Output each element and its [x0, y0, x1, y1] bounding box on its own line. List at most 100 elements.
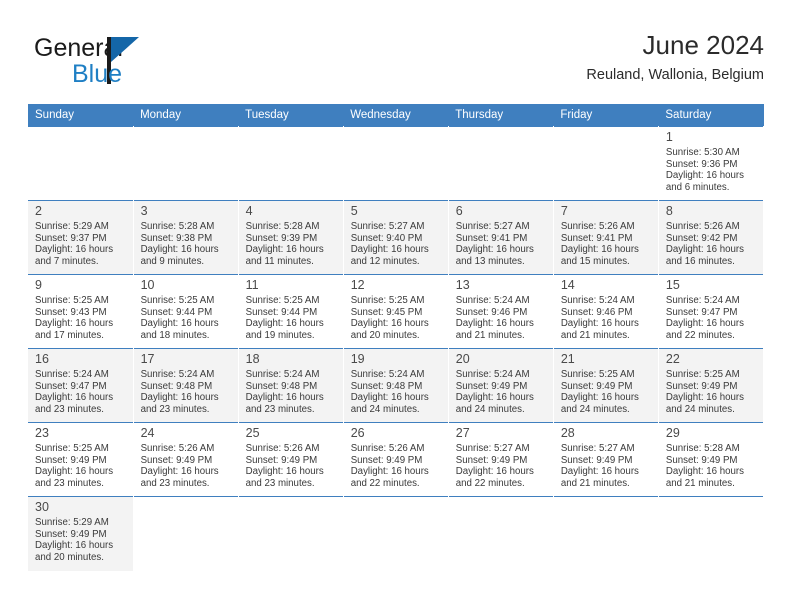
daylight-text-line1: Daylight: 16 hours	[455, 318, 534, 330]
sunrise-text: Sunrise: 5:25 AM	[35, 295, 109, 306]
calendar-cell-empty	[448, 126, 554, 201]
calendar-day-cell[interactable]: 21 Sunrise: 5:25 AM Sunset: 9:49 PM Dayligh…	[553, 348, 659, 423]
day-sun-info: Sunrise: 5:26 AM Sunset: 9:49 PM Daylight:…	[134, 442, 238, 489]
daylight-text-line2: and 11 minutes.	[245, 255, 314, 267]
calendar-day-cell[interactable]: 26 Sunrise: 5:26 AM Sunset: 9:49 PM Dayligh…	[343, 422, 449, 497]
day-sun-info: Sunrise: 5:26 AM Sunset: 9:49 PM Daylight:…	[239, 442, 343, 489]
daylight-text-line2: and 24 minutes.	[350, 403, 420, 415]
calendar-day-cell[interactable]: 9 Sunrise: 5:25 AM Sunset: 9:43 PM Daylight…	[28, 274, 134, 349]
daylight-text-line1: Daylight: 16 hours	[245, 244, 324, 256]
calendar-day-cell[interactable]: 8 Sunrise: 5:26 AM Sunset: 9:42 PM Daylight…	[658, 200, 765, 275]
weekday-header-saturday: Saturday	[658, 104, 764, 127]
calendar-cell-empty	[343, 496, 449, 571]
calendar-day-cell[interactable]: 10 Sunrise: 5:25 AM Sunset: 9:44 PM Dayligh…	[133, 274, 239, 349]
daylight-text-line2: and 7 minutes.	[35, 255, 99, 267]
sunset-text: Sunset: 9:46 PM	[455, 306, 528, 318]
sunset-text: Sunset: 9:43 PM	[35, 306, 107, 318]
sunrise-text: Sunrise: 5:26 AM	[140, 443, 215, 454]
daylight-text-line2: and 16 minutes.	[665, 255, 735, 267]
brand-logo[interactable]: General Blue	[34, 34, 234, 90]
calendar-day-cell[interactable]: 29 Sunrise: 5:28 AM Sunset: 9:49 PM Dayligh…	[658, 422, 765, 497]
calendar-day-cell[interactable]: 12 Sunrise: 5:25 AM Sunset: 9:45 PM Dayligh…	[343, 274, 449, 349]
calendar-day-cell[interactable]: 30 Sunrise: 5:29 AM Sunset: 9:49 PM Dayligh…	[28, 496, 134, 571]
daylight-text-line1: Daylight: 16 hours	[455, 392, 534, 404]
calendar-day-cell[interactable]: 25 Sunrise: 5:26 AM Sunset: 9:49 PM Dayligh…	[238, 422, 344, 497]
sunset-text: Sunset: 9:38 PM	[140, 232, 213, 244]
daylight-text-line1: Daylight: 16 hours	[665, 392, 744, 404]
day-number: 8	[665, 204, 673, 218]
sunrise-text: Sunrise: 5:28 AM	[665, 443, 740, 454]
page-title: June 2024	[642, 30, 764, 60]
calendar-day-cell[interactable]: 11 Sunrise: 5:25 AM Sunset: 9:44 PM Dayligh…	[238, 274, 344, 349]
calendar-week-row: 16 Sunrise: 5:24 AM Sunset: 9:47 PM Dayligh…	[28, 348, 765, 423]
sunrise-text: Sunrise: 5:25 AM	[665, 369, 740, 380]
calendar-day-cell[interactable]: 22 Sunrise: 5:25 AM Sunset: 9:49 PM Dayligh…	[658, 348, 765, 423]
calendar-day-cell[interactable]: 16 Sunrise: 5:24 AM Sunset: 9:47 PM Dayligh…	[28, 348, 134, 423]
daylight-text-line1: Daylight: 16 hours	[35, 244, 114, 256]
day-sun-info: Sunrise: 5:25 AM Sunset: 9:43 PM Daylight:…	[28, 294, 133, 341]
weekday-header-tuesday: Tuesday	[238, 104, 344, 127]
sunset-text: Sunset: 9:39 PM	[245, 232, 318, 244]
day-number: 1	[665, 130, 673, 144]
day-number: 27	[455, 426, 470, 440]
daylight-text-line2: and 24 minutes.	[560, 403, 630, 415]
sunrise-text: Sunrise: 5:28 AM	[245, 221, 320, 232]
calendar-day-cell[interactable]: 14 Sunrise: 5:24 AM Sunset: 9:46 PM Dayligh…	[553, 274, 659, 349]
daylight-text-line1: Daylight: 16 hours	[140, 244, 219, 256]
sunrise-text: Sunrise: 5:27 AM	[455, 221, 530, 232]
sunrise-text: Sunrise: 5:26 AM	[245, 443, 320, 454]
calendar-day-cell[interactable]: 3 Sunrise: 5:28 AM Sunset: 9:38 PM Daylight…	[133, 200, 239, 275]
day-sun-info: Sunrise: 5:26 AM Sunset: 9:41 PM Daylight:…	[554, 220, 658, 267]
calendar-week-row: 2 Sunrise: 5:29 AM Sunset: 9:37 PM Daylight…	[28, 200, 765, 275]
sunset-text: Sunset: 9:49 PM	[560, 454, 633, 466]
calendar-day-cell[interactable]: 20 Sunrise: 5:24 AM Sunset: 9:49 PM Dayligh…	[448, 348, 554, 423]
sunset-text: Sunset: 9:41 PM	[560, 232, 633, 244]
calendar-day-cell[interactable]: 6 Sunrise: 5:27 AM Sunset: 9:41 PM Daylight…	[448, 200, 554, 275]
sunset-text: Sunset: 9:40 PM	[350, 232, 423, 244]
day-sun-info: Sunrise: 5:25 AM Sunset: 9:45 PM Daylight:…	[344, 294, 448, 341]
calendar-day-cell[interactable]: 4 Sunrise: 5:28 AM Sunset: 9:39 PM Daylight…	[238, 200, 344, 275]
weekday-header-thursday: Thursday	[448, 104, 554, 127]
calendar-day-cell[interactable]: 2 Sunrise: 5:29 AM Sunset: 9:37 PM Daylight…	[28, 200, 134, 275]
calendar-day-cell[interactable]: 28 Sunrise: 5:27 AM Sunset: 9:49 PM Dayligh…	[553, 422, 659, 497]
calendar-day-cell[interactable]: 13 Sunrise: 5:24 AM Sunset: 9:46 PM Dayligh…	[448, 274, 554, 349]
calendar-day-cell[interactable]: 24 Sunrise: 5:26 AM Sunset: 9:49 PM Dayligh…	[133, 422, 239, 497]
day-number: 4	[245, 204, 253, 218]
day-number: 29	[665, 426, 680, 440]
calendar-day-cell[interactable]: 18 Sunrise: 5:24 AM Sunset: 9:48 PM Dayligh…	[238, 348, 344, 423]
sunset-text: Sunset: 9:47 PM	[35, 380, 107, 392]
day-number: 30	[35, 500, 49, 514]
calendar-day-cell[interactable]: 7 Sunrise: 5:26 AM Sunset: 9:41 PM Daylight…	[553, 200, 659, 275]
calendar-day-cell[interactable]: 19 Sunrise: 5:24 AM Sunset: 9:48 PM Dayligh…	[343, 348, 449, 423]
daylight-text-line1: Daylight: 16 hours	[455, 466, 534, 478]
daylight-text-line2: and 21 minutes.	[560, 329, 630, 341]
day-number: 17	[140, 352, 155, 366]
daylight-text-line2: and 23 minutes.	[35, 477, 104, 489]
weekday-header-wednesday: Wednesday	[343, 104, 449, 127]
sunset-text: Sunset: 9:44 PM	[245, 306, 318, 318]
day-sun-info: Sunrise: 5:24 AM Sunset: 9:48 PM Daylight:…	[239, 368, 343, 415]
calendar-day-cell[interactable]: 23 Sunrise: 5:25 AM Sunset: 9:49 PM Dayligh…	[28, 422, 134, 497]
calendar-week-row: 23 Sunrise: 5:25 AM Sunset: 9:49 PM Dayligh…	[28, 422, 765, 497]
daylight-text-line1: Daylight: 16 hours	[245, 466, 324, 478]
day-sun-info: Sunrise: 5:30 AM Sunset: 9:36 PM Daylight:…	[659, 146, 763, 193]
day-sun-info: Sunrise: 5:26 AM Sunset: 9:49 PM Daylight:…	[344, 442, 448, 489]
daylight-text-line2: and 23 minutes.	[140, 403, 210, 415]
calendar-cell-empty	[553, 496, 659, 571]
sunrise-text: Sunrise: 5:28 AM	[140, 221, 215, 232]
calendar-day-cell[interactable]: 5 Sunrise: 5:27 AM Sunset: 9:40 PM Daylight…	[343, 200, 449, 275]
calendar-day-cell[interactable]: 15 Sunrise: 5:24 AM Sunset: 9:47 PM Dayligh…	[658, 274, 765, 349]
daylight-text-line1: Daylight: 16 hours	[35, 318, 114, 330]
daylight-text-line2: and 22 minutes.	[350, 477, 420, 489]
calendar-cell-empty	[448, 496, 554, 571]
sunrise-text: Sunrise: 5:24 AM	[455, 369, 530, 380]
daylight-text-line1: Daylight: 16 hours	[560, 244, 639, 256]
daylight-text-line1: Daylight: 16 hours	[35, 392, 114, 404]
calendar-day-cell[interactable]: 17 Sunrise: 5:24 AM Sunset: 9:48 PM Dayligh…	[133, 348, 239, 423]
day-sun-info: Sunrise: 5:29 AM Sunset: 9:37 PM Daylight:…	[28, 220, 133, 267]
daylight-text-line1: Daylight: 16 hours	[245, 318, 324, 330]
calendar-day-cell[interactable]: 1 Sunrise: 5:30 AM Sunset: 9:36 PM Daylight…	[658, 126, 765, 201]
day-sun-info: Sunrise: 5:25 AM Sunset: 9:49 PM Daylight:…	[554, 368, 658, 415]
sunrise-text: Sunrise: 5:30 AM	[665, 147, 740, 158]
calendar-day-cell[interactable]: 27 Sunrise: 5:27 AM Sunset: 9:49 PM Dayligh…	[448, 422, 554, 497]
